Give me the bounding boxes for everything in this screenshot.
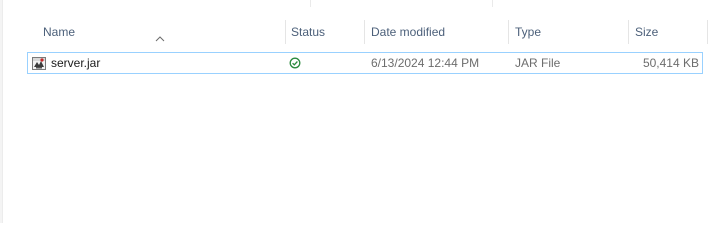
toolbar-divider bbox=[310, 0, 311, 7]
column-resize-handle[interactable] bbox=[508, 20, 509, 44]
toolbar-remnant bbox=[3, 0, 719, 7]
column-header-date-modified[interactable]: Date modified bbox=[371, 20, 445, 44]
column-header-name[interactable]: Name bbox=[43, 20, 75, 44]
file-type: JAR File bbox=[515, 56, 561, 70]
file-name: server.jar bbox=[51, 56, 101, 70]
column-header-type[interactable]: Type bbox=[515, 20, 541, 44]
column-header-size[interactable]: Size bbox=[635, 20, 658, 44]
file-row[interactable]: server.jar 6/13/2024 12:44 PM JAR File 5… bbox=[27, 52, 703, 74]
toolbar-divider bbox=[492, 0, 493, 7]
column-resize-handle[interactable] bbox=[707, 20, 708, 44]
column-header-row: Name Status Date modified Type Size bbox=[0, 20, 719, 44]
column-resize-handle[interactable] bbox=[364, 20, 365, 44]
jar-file-icon bbox=[32, 57, 46, 70]
column-resize-handle[interactable] bbox=[285, 20, 286, 44]
column-header-status[interactable]: Status bbox=[291, 20, 325, 44]
column-resize-handle[interactable] bbox=[628, 20, 629, 44]
file-date-modified: 6/13/2024 12:44 PM bbox=[371, 56, 480, 70]
sync-ok-check-icon bbox=[289, 57, 301, 69]
file-size: 50,414 KB bbox=[642, 56, 699, 70]
sort-ascending-chevron-icon bbox=[155, 36, 165, 42]
